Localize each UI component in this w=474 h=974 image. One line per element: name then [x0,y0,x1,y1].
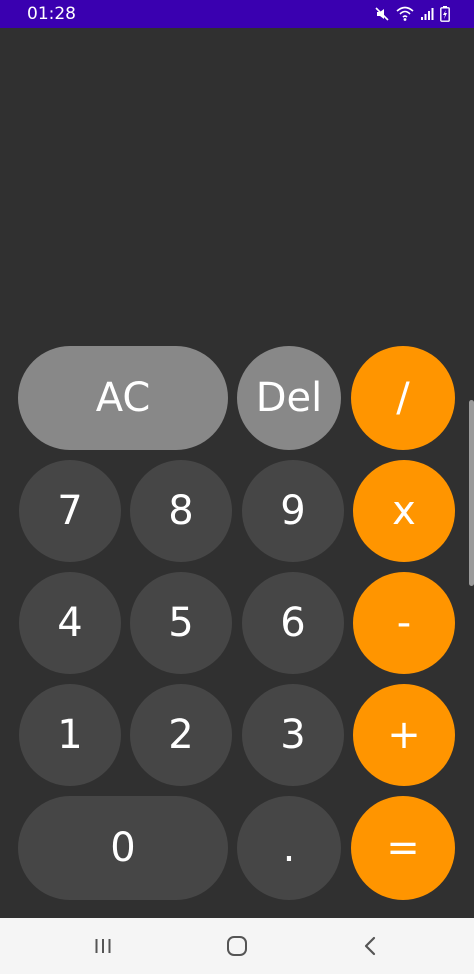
plus-button[interactable]: + [353,684,455,786]
multiply-button[interactable]: x [353,460,455,562]
digit-7-button[interactable]: 7 [19,460,121,562]
home-icon [226,935,248,957]
navigation-bar [0,918,474,974]
mute-icon [374,6,390,22]
digit-0-button[interactable]: 0 [18,796,228,900]
scroll-indicator [469,400,474,586]
recent-apps-button[interactable] [73,918,133,974]
divide-button[interactable]: / [351,346,455,450]
wifi-icon [396,6,414,22]
home-button[interactable] [207,918,267,974]
digit-6-button[interactable]: 6 [242,572,344,674]
digit-1-button[interactable]: 1 [19,684,121,786]
digit-3-button[interactable]: 3 [242,684,344,786]
delete-button[interactable]: Del [237,346,341,450]
status-bar: 01:28 [0,0,474,28]
calculator-display [0,28,474,344]
ac-button[interactable]: AC [18,346,228,450]
digit-4-button[interactable]: 4 [19,572,121,674]
battery-charging-icon [440,6,450,22]
minus-button[interactable]: - [353,572,455,674]
status-time: 01:28 [27,4,76,24]
back-icon [363,936,377,956]
signal-icon [420,7,434,21]
recent-apps-icon [93,937,113,955]
status-icons [374,4,450,24]
digit-2-button[interactable]: 2 [130,684,232,786]
digit-8-button[interactable]: 8 [130,460,232,562]
decimal-point-button[interactable]: . [237,796,341,900]
back-button[interactable] [340,918,400,974]
digit-5-button[interactable]: 5 [130,572,232,674]
digit-9-button[interactable]: 9 [242,460,344,562]
equals-button[interactable]: = [351,796,455,900]
